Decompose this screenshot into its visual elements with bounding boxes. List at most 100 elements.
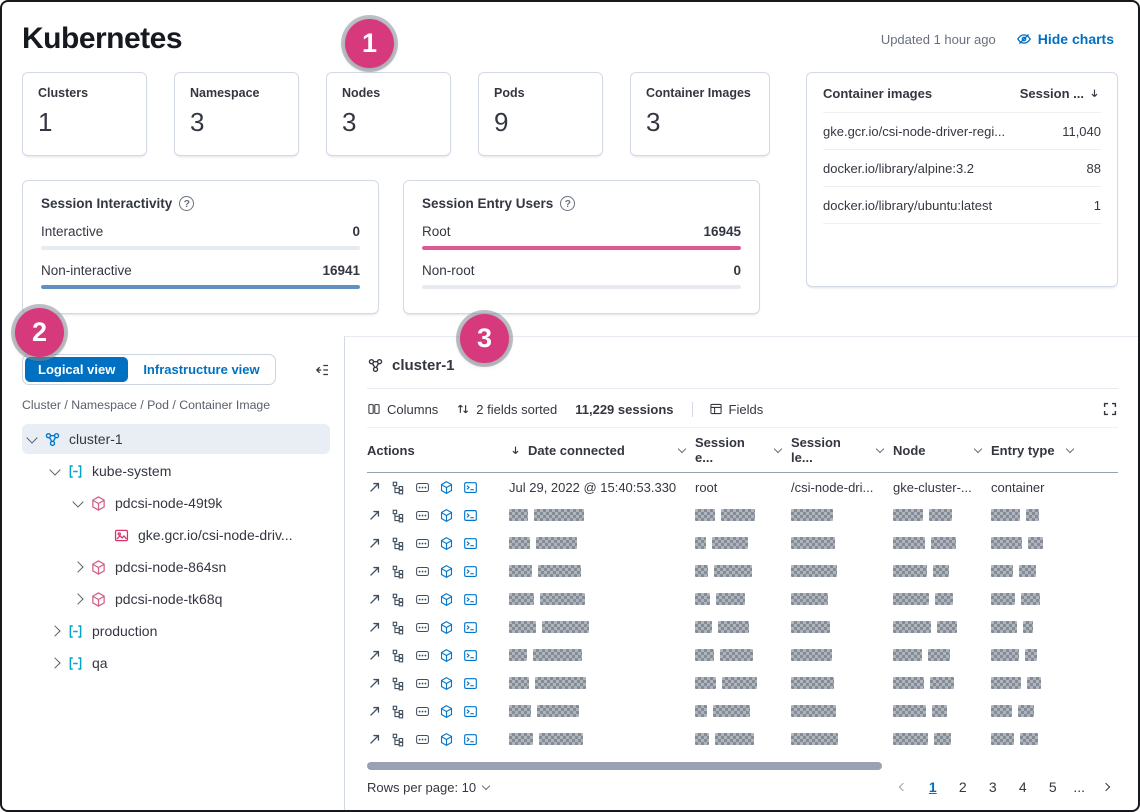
terminal-icon[interactable] bbox=[463, 676, 478, 691]
rows-per-page-button[interactable]: Rows per page: 10 bbox=[367, 780, 489, 795]
fields-button[interactable]: Fields bbox=[692, 402, 764, 417]
session-count-sort-button[interactable]: Session ... bbox=[1020, 86, 1101, 101]
column-header-node[interactable]: Node bbox=[893, 436, 991, 465]
open-session-viewer-icon[interactable] bbox=[367, 592, 382, 607]
session-row-4[interactable] bbox=[367, 557, 1118, 585]
process-tree-icon[interactable] bbox=[391, 536, 406, 551]
container-icon[interactable] bbox=[439, 732, 454, 747]
tree-item-gke-gcr-io-csi-node-driv[interactable]: gke.gcr.io/csi-node-driv... bbox=[22, 520, 330, 550]
column-header-session-e[interactable]: Session e... bbox=[695, 428, 791, 472]
tree-item-pdcsi-node-864sn[interactable]: pdcsi-node-864sn bbox=[22, 552, 330, 582]
session-row-2[interactable] bbox=[367, 501, 1118, 529]
more-actions-icon[interactable] bbox=[415, 508, 430, 523]
pagination-page-5[interactable]: 5 bbox=[1040, 774, 1065, 800]
terminal-icon[interactable] bbox=[463, 536, 478, 551]
logical-view-button[interactable]: Logical view bbox=[25, 357, 128, 382]
pagination-page-1[interactable]: 1 bbox=[920, 774, 945, 800]
process-tree-icon[interactable] bbox=[391, 648, 406, 663]
tree-item-production[interactable]: production bbox=[22, 616, 330, 646]
column-header-entry-type[interactable]: Entry type bbox=[991, 436, 1083, 465]
tree-item-qa[interactable]: qa bbox=[22, 648, 330, 678]
terminal-icon[interactable] bbox=[463, 508, 478, 523]
open-session-viewer-icon[interactable] bbox=[367, 648, 382, 663]
pagination-prev-button[interactable] bbox=[890, 774, 915, 800]
terminal-icon[interactable] bbox=[463, 732, 478, 747]
tree-item-pdcsi-node-49t9k[interactable]: pdcsi-node-49t9k bbox=[22, 488, 330, 518]
open-session-viewer-icon[interactable] bbox=[367, 620, 382, 635]
session-row-8[interactable] bbox=[367, 669, 1118, 697]
process-tree-icon[interactable] bbox=[391, 732, 406, 747]
scrollbar-thumb[interactable] bbox=[367, 762, 882, 770]
more-actions-icon[interactable] bbox=[415, 648, 430, 663]
more-actions-icon[interactable] bbox=[415, 732, 430, 747]
terminal-icon[interactable] bbox=[463, 592, 478, 607]
pagination-page-3[interactable]: 3 bbox=[980, 774, 1005, 800]
more-actions-icon[interactable] bbox=[415, 676, 430, 691]
container-icon[interactable] bbox=[439, 676, 454, 691]
pagination-page-4[interactable]: 4 bbox=[1010, 774, 1035, 800]
session-row-3[interactable] bbox=[367, 529, 1118, 557]
open-session-viewer-icon[interactable] bbox=[367, 564, 382, 579]
session-row-7[interactable] bbox=[367, 641, 1118, 669]
column-menu-chevron[interactable] bbox=[678, 444, 686, 452]
help-icon[interactable]: ? bbox=[560, 196, 575, 211]
terminal-icon[interactable] bbox=[463, 648, 478, 663]
container-icon[interactable] bbox=[439, 564, 454, 579]
help-icon[interactable]: ? bbox=[179, 196, 194, 211]
open-session-viewer-icon[interactable] bbox=[367, 732, 382, 747]
tree-item-cluster-1[interactable]: cluster-1 bbox=[22, 424, 330, 454]
process-tree-icon[interactable] bbox=[391, 704, 406, 719]
container-icon[interactable] bbox=[439, 508, 454, 523]
tree-expand-chevron[interactable] bbox=[72, 496, 83, 507]
open-session-viewer-icon[interactable] bbox=[367, 536, 382, 551]
open-session-viewer-icon[interactable] bbox=[367, 508, 382, 523]
open-session-viewer-icon[interactable] bbox=[367, 704, 382, 719]
sort-fields-button[interactable]: 2 fields sorted bbox=[456, 402, 557, 417]
tree-expand-chevron[interactable] bbox=[72, 561, 83, 572]
terminal-icon[interactable] bbox=[463, 564, 478, 579]
process-tree-icon[interactable] bbox=[391, 480, 406, 495]
tree-expand-chevron[interactable] bbox=[72, 593, 83, 604]
container-icon[interactable] bbox=[439, 648, 454, 663]
column-menu-chevron[interactable] bbox=[774, 444, 782, 452]
process-tree-icon[interactable] bbox=[391, 564, 406, 579]
pagination-next-button[interactable] bbox=[1093, 774, 1118, 800]
session-row-6[interactable] bbox=[367, 613, 1118, 641]
pagination-page-2[interactable]: 2 bbox=[950, 774, 975, 800]
more-actions-icon[interactable] bbox=[415, 564, 430, 579]
container-icon[interactable] bbox=[439, 620, 454, 635]
tree-item-kube-system[interactable]: kube-system bbox=[22, 456, 330, 486]
terminal-icon[interactable] bbox=[463, 480, 478, 495]
tree-expand-chevron[interactable] bbox=[49, 625, 60, 636]
more-actions-icon[interactable] bbox=[415, 620, 430, 635]
infrastructure-view-button[interactable]: Infrastructure view bbox=[130, 357, 272, 382]
process-tree-icon[interactable] bbox=[391, 592, 406, 607]
more-actions-icon[interactable] bbox=[415, 592, 430, 607]
process-tree-icon[interactable] bbox=[391, 508, 406, 523]
more-actions-icon[interactable] bbox=[415, 704, 430, 719]
container-icon[interactable] bbox=[439, 536, 454, 551]
column-header-actions[interactable]: Actions bbox=[367, 436, 509, 465]
column-menu-chevron[interactable] bbox=[974, 444, 982, 452]
column-menu-chevron[interactable] bbox=[876, 444, 884, 452]
column-header-session-le[interactable]: Session le... bbox=[791, 428, 893, 472]
terminal-icon[interactable] bbox=[463, 704, 478, 719]
process-tree-icon[interactable] bbox=[391, 676, 406, 691]
session-row-9[interactable] bbox=[367, 697, 1118, 725]
more-actions-icon[interactable] bbox=[415, 480, 430, 495]
tree-expand-chevron[interactable] bbox=[49, 464, 60, 475]
open-session-viewer-icon[interactable] bbox=[367, 676, 382, 691]
column-menu-chevron[interactable] bbox=[1066, 444, 1074, 452]
hide-charts-button[interactable]: Hide charts bbox=[1016, 31, 1114, 47]
terminal-icon[interactable] bbox=[463, 620, 478, 635]
column-header-date-connected[interactable]: Date connected bbox=[509, 436, 695, 465]
tree-item-pdcsi-node-tk68q[interactable]: pdcsi-node-tk68q bbox=[22, 584, 330, 614]
session-row-5[interactable] bbox=[367, 585, 1118, 613]
container-image-row[interactable]: docker.io/library/alpine:3.288 bbox=[823, 150, 1101, 187]
container-icon[interactable] bbox=[439, 480, 454, 495]
container-icon[interactable] bbox=[439, 592, 454, 607]
tree-expand-chevron[interactable] bbox=[49, 657, 60, 668]
more-actions-icon[interactable] bbox=[415, 536, 430, 551]
session-row-1[interactable]: Jul 29, 2022 @ 15:40:53.330root/csi-node… bbox=[367, 473, 1118, 501]
container-image-row[interactable]: gke.gcr.io/csi-node-driver-regi...11,040 bbox=[823, 113, 1101, 150]
